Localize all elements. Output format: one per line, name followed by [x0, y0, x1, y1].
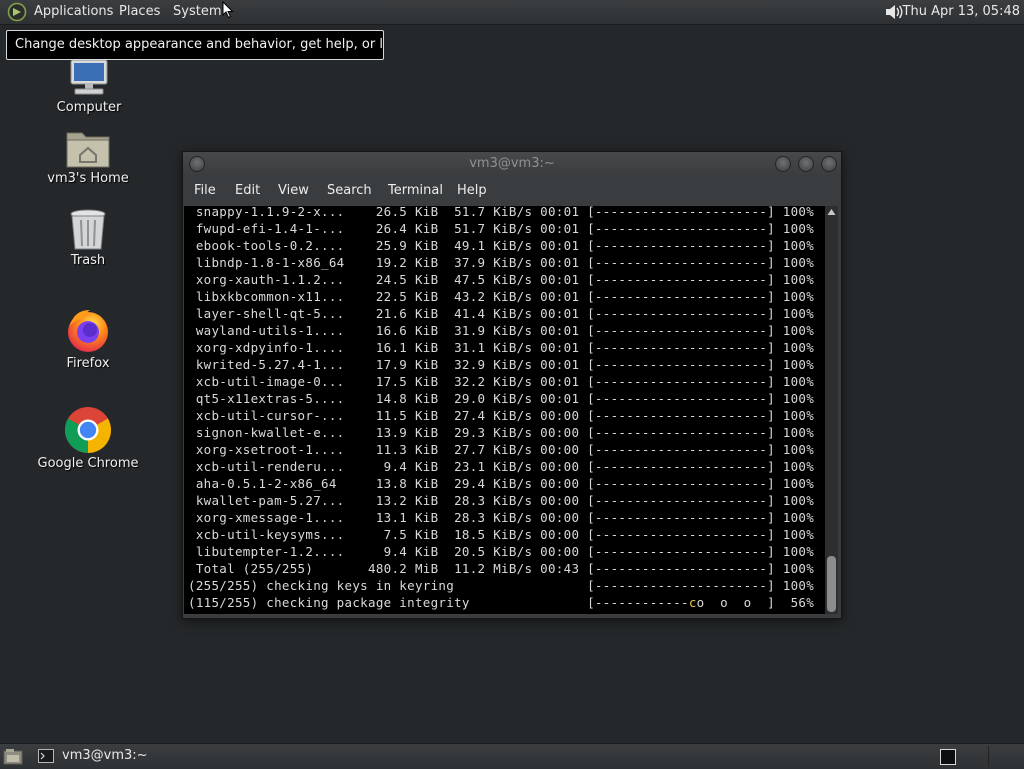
- show-desktop-icon[interactable]: [3, 747, 23, 765]
- terminal-menubar: File Edit View Search Terminal Help: [183, 176, 841, 206]
- terminal-scrollbar[interactable]: [825, 206, 838, 614]
- terminal-line: xcb-util-keysyms... 7.5 KiB 18.5 KiB/s 0…: [188, 527, 815, 542]
- chrome-icon: [65, 407, 111, 453]
- scrollbar-thumb[interactable]: [827, 556, 836, 612]
- desktop-icon-chrome[interactable]: Google Chrome: [33, 406, 143, 471]
- menu-view[interactable]: View: [278, 183, 309, 199]
- menu-search[interactable]: Search: [327, 183, 372, 199]
- taskbar-window-button[interactable]: vm3@vm3:~: [32, 745, 232, 767]
- terminal-line: (255/255) checking keys in keyring [----…: [188, 578, 815, 593]
- system-menu-tooltip: Change desktop appearance and behavior, …: [6, 30, 384, 60]
- terminal-line: qt5-x11extras-5.... 14.8 KiB 29.0 KiB/s …: [188, 391, 815, 406]
- scroll-up-arrow-icon[interactable]: [827, 208, 836, 216]
- desktop-icon-firefox[interactable]: Firefox: [33, 306, 143, 371]
- bottom-panel: vm3@vm3:~: [0, 743, 1024, 769]
- desktop-icon-label: Firefox: [66, 356, 110, 371]
- menu-edit[interactable]: Edit: [235, 183, 260, 199]
- home-folder-icon: [66, 132, 110, 168]
- terminal-progress-line: (115/255) checking package integrity [--…: [188, 594, 814, 611]
- progress-prefix: (115/255) checking package integrity [--…: [188, 595, 689, 610]
- terminal-line: xorg-xmessage-1.... 13.1 KiB 28.3 KiB/s …: [188, 510, 815, 525]
- places-menu[interactable]: Places: [119, 3, 160, 21]
- taskbar-window-label: vm3@vm3:~: [62, 748, 148, 763]
- mouse-cursor-icon: [222, 1, 234, 19]
- desktop-icon-home[interactable]: vm3's Home: [33, 129, 143, 186]
- terminal-line: xorg-xsetroot-1.... 11.3 KiB 27.7 KiB/s …: [188, 442, 815, 457]
- applications-menu[interactable]: Applications: [34, 3, 113, 21]
- top-panel: Applications Places System Thu Apr 13, 0…: [0, 0, 1024, 25]
- window-title: vm3@vm3:~: [469, 156, 555, 171]
- terminal-line: libxkbcommon-x11... 22.5 KiB 43.2 KiB/s …: [188, 289, 815, 304]
- terminal-line: libutempter-1.2.... 9.4 KiB 20.5 KiB/s 0…: [188, 544, 815, 559]
- main-menu-logo-icon[interactable]: [7, 2, 27, 22]
- terminal-line: xcb-util-image-0... 17.5 KiB 32.2 KiB/s …: [188, 374, 815, 389]
- terminal-line: xorg-xauth-1.1.2... 24.5 KiB 47.5 KiB/s …: [188, 272, 815, 287]
- terminal-line: xorg-xdpyinfo-1.... 16.1 KiB 31.1 KiB/s …: [188, 340, 815, 355]
- menu-file[interactable]: File: [194, 183, 216, 199]
- desktop-icon-label: Trash: [70, 253, 106, 268]
- clock[interactable]: Thu Apr 13, 05:48: [903, 3, 1020, 21]
- pacman-progress-glyph: c: [688, 595, 697, 610]
- firefox-icon: [68, 310, 108, 352]
- terminal-line: layer-shell-qt-5... 21.6 KiB 41.4 KiB/s …: [188, 306, 815, 321]
- panel-separator: [988, 746, 989, 766]
- desktop-icon-label: vm3's Home: [47, 171, 129, 186]
- terminal-line: fwupd-efi-1.4-1-... 26.4 KiB 51.7 KiB/s …: [188, 221, 815, 236]
- menu-help[interactable]: Help: [457, 183, 487, 199]
- desktop-icon-trash[interactable]: Trash: [33, 209, 143, 268]
- desktop-icon-label: Computer: [56, 100, 122, 115]
- trash-icon: [70, 209, 106, 250]
- desktop-icon-computer[interactable]: Computer: [34, 60, 144, 115]
- terminal-app-icon: [38, 749, 54, 763]
- menu-terminal[interactable]: Terminal: [388, 183, 443, 199]
- terminal-line: wayland-utils-1.... 16.6 KiB 31.9 KiB/s …: [188, 323, 815, 338]
- minimize-button[interactable]: [775, 156, 791, 172]
- terminal-line: signon-kwallet-e... 13.9 KiB 29.3 KiB/s …: [188, 425, 815, 440]
- close-button[interactable]: [821, 156, 837, 172]
- system-menu[interactable]: System: [173, 3, 221, 21]
- maximize-button[interactable]: [798, 156, 814, 172]
- workspace-switcher[interactable]: [940, 749, 956, 765]
- progress-suffix: o o o ] 56%: [696, 595, 815, 610]
- terminal-line: kwallet-pam-5.27... 13.2 KiB 28.3 KiB/s …: [188, 493, 815, 508]
- window-title-bar[interactable]: vm3@vm3:~: [183, 152, 841, 176]
- terminal-line: xcb-util-renderu... 9.4 KiB 23.1 KiB/s 0…: [188, 459, 815, 474]
- terminal-line: ebook-tools-0.2.... 25.9 KiB 49.1 KiB/s …: [188, 238, 815, 253]
- terminal-line: libndp-1.8-1-x86_64 19.2 KiB 37.9 KiB/s …: [188, 255, 815, 270]
- terminal-line: aha-0.5.1-2-x86_64 13.8 KiB 29.4 KiB/s 0…: [188, 476, 815, 491]
- terminal-line: snappy-1.1.9-2-x... 26.5 KiB 51.7 KiB/s …: [188, 206, 815, 219]
- terminal-lines: snappy-1.1.9-2-x... 26.5 KiB 51.7 KiB/s …: [188, 206, 814, 611]
- terminal-line: kwrited-5.27.4-1... 17.9 KiB 32.9 KiB/s …: [188, 357, 815, 372]
- desktop-icon-label: Google Chrome: [37, 456, 139, 471]
- terminal-output[interactable]: snappy-1.1.9-2-x... 26.5 KiB 51.7 KiB/s …: [184, 206, 825, 614]
- terminal-line: Total (255/255) 480.2 MiB 11.2 MiB/s 00:…: [188, 561, 815, 576]
- terminal-window[interactable]: vm3@vm3:~ File Edit View Search Terminal…: [182, 151, 842, 619]
- computer-icon: [70, 60, 108, 95]
- terminal-line: xcb-util-cursor-... 11.5 KiB 27.4 KiB/s …: [188, 408, 815, 423]
